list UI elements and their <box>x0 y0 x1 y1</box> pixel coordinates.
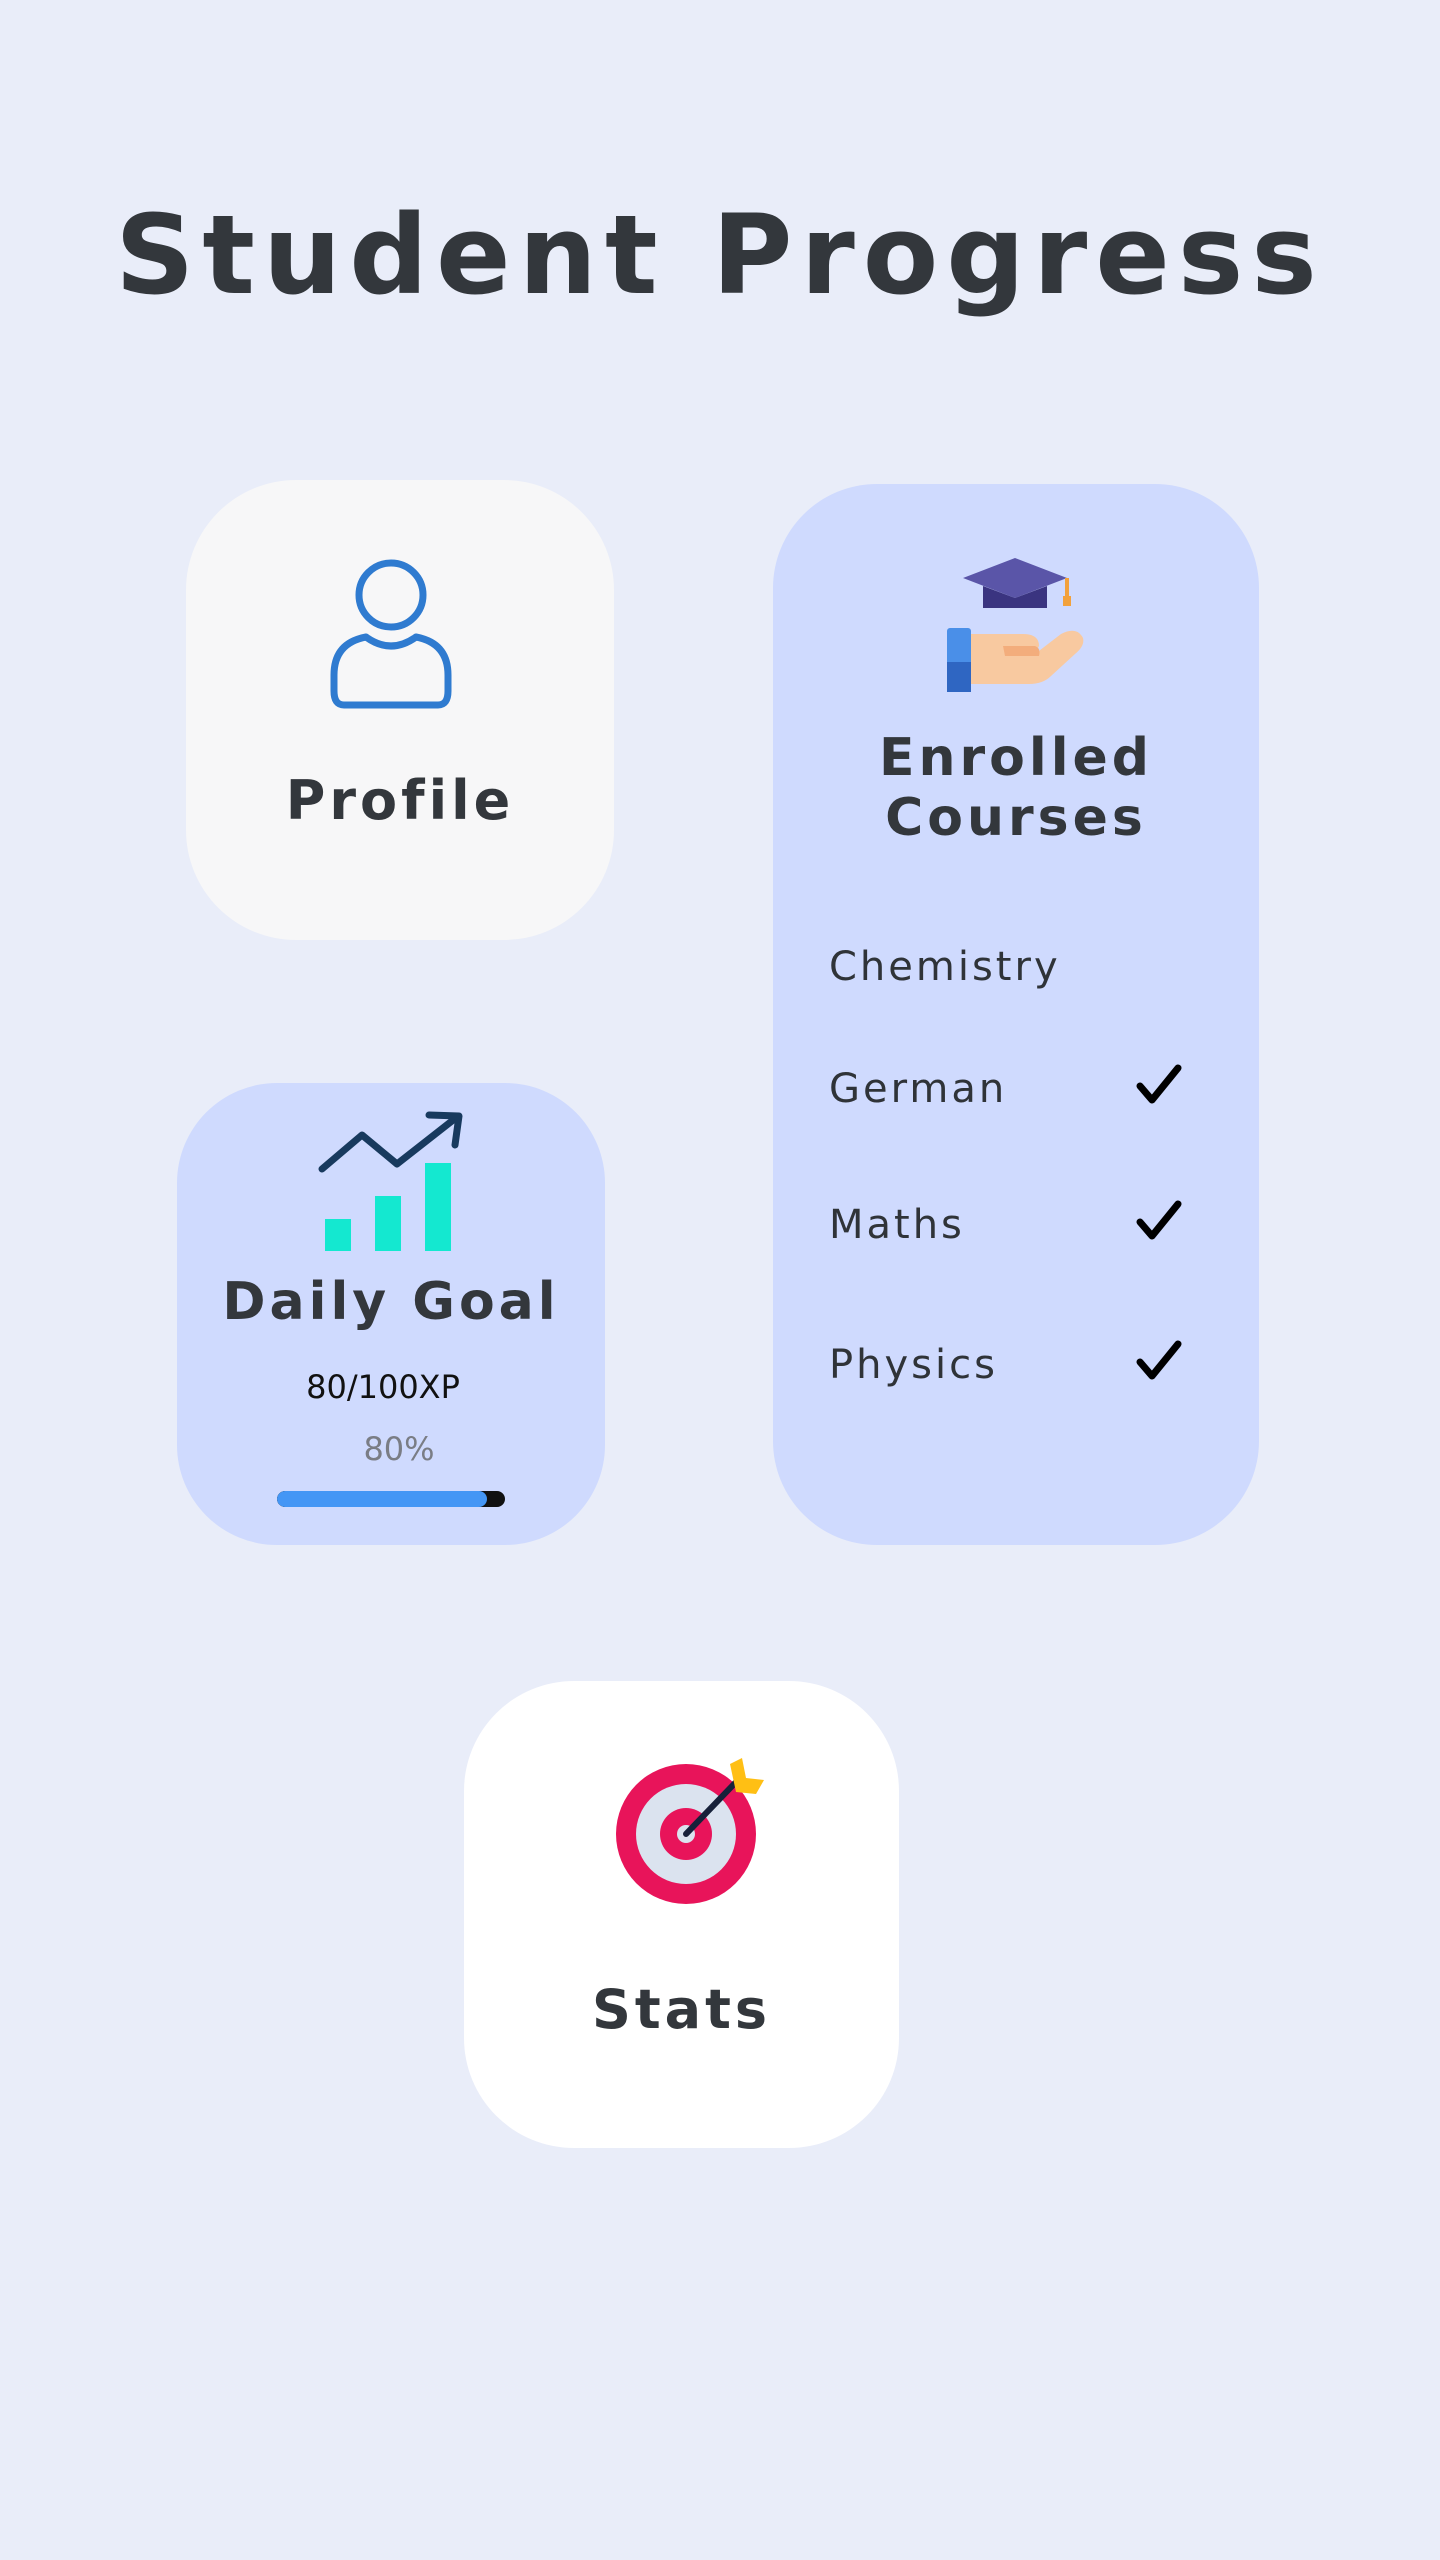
goal-progress-fill <box>277 1491 487 1507</box>
checkmark-icon <box>1134 1336 1184 1390</box>
graduation-cap-hand-icon <box>943 550 1093 704</box>
goal-percent-text: 80% <box>363 1430 435 1468</box>
course-name: Maths <box>829 1202 965 1248</box>
checkmark-icon <box>1134 1196 1184 1250</box>
stats-card[interactable]: Stats <box>464 1681 899 2148</box>
target-icon <box>616 1756 766 1910</box>
enrolled-courses-label: Enrolled Courses <box>878 728 1154 848</box>
user-icon <box>326 555 456 719</box>
course-name: German <box>829 1066 1008 1112</box>
growth-chart-icon <box>317 1109 467 1263</box>
daily-goal-label: Daily Goal <box>222 1272 560 1332</box>
page-title: Student Progress <box>115 191 1325 319</box>
stats-label: Stats <box>591 1978 772 2041</box>
course-item-maths[interactable]: Maths <box>829 1200 1209 1262</box>
daily-goal-card[interactable]: Daily Goal 80/100XP 80% <box>177 1083 605 1545</box>
checkmark-icon <box>1134 1060 1184 1114</box>
profile-card[interactable]: Profile <box>186 480 614 940</box>
goal-xp-text: 80/100XP <box>306 1368 460 1406</box>
enrolled-courses-card[interactable]: Enrolled Courses Chemistry German Maths … <box>773 484 1259 1545</box>
course-item-physics[interactable]: Physics <box>829 1340 1209 1402</box>
goal-progress-bar <box>277 1491 505 1507</box>
course-name: Physics <box>829 1342 998 1388</box>
course-name: Chemistry <box>829 944 1061 990</box>
course-item-chemistry[interactable]: Chemistry <box>829 944 1209 1004</box>
profile-label: Profile <box>285 769 515 832</box>
course-item-german[interactable]: German <box>829 1064 1209 1126</box>
